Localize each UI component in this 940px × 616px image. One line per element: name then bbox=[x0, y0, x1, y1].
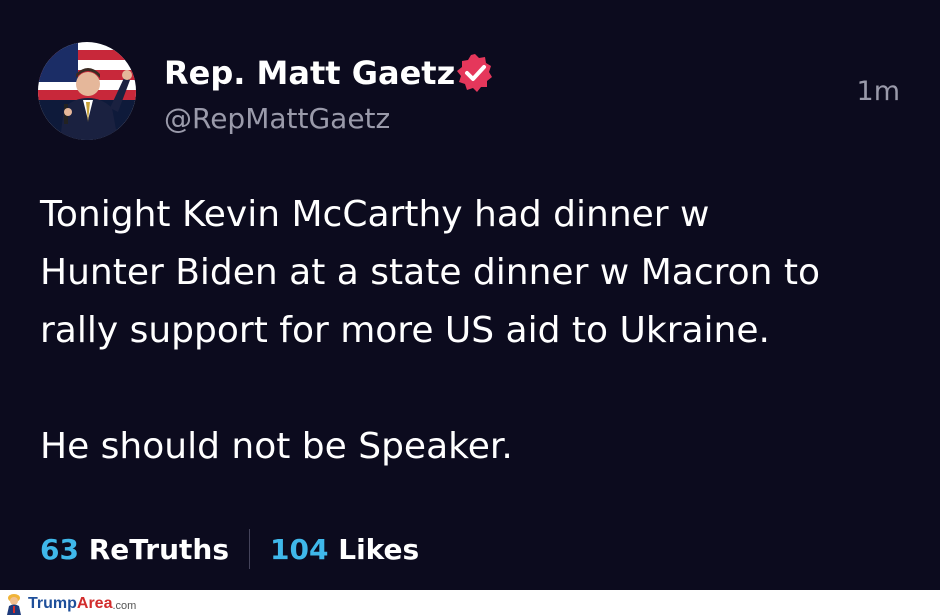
watermark-text-b: Area bbox=[76, 595, 113, 612]
user-handle[interactable]: @RepMattGaetz bbox=[164, 102, 390, 135]
avatar-image bbox=[38, 42, 136, 140]
watermark: Trump Area .com bbox=[4, 593, 136, 615]
post-stats: 63 ReTruths 104 Likes bbox=[40, 527, 419, 571]
post-body: Tonight Kevin McCarthy had dinner w Hunt… bbox=[40, 186, 920, 476]
retruths-label: ReTruths bbox=[88, 532, 230, 566]
avatar[interactable] bbox=[38, 42, 136, 140]
post-line: Tonight Kevin McCarthy had dinner w bbox=[40, 194, 710, 235]
likes-count: 104 bbox=[270, 532, 339, 566]
likes-stat[interactable]: 104 Likes bbox=[270, 533, 419, 566]
watermark-text-c: .com bbox=[112, 600, 137, 612]
verified-badge-icon bbox=[457, 54, 492, 92]
watermark-text-a: Trump bbox=[28, 595, 77, 612]
post-line: He should not be Speaker. bbox=[40, 426, 513, 467]
post-line: Hunter Biden at a state dinner w Macron … bbox=[40, 252, 821, 293]
stats-divider bbox=[249, 529, 251, 569]
display-name[interactable]: Rep. Matt Gaetz bbox=[164, 54, 455, 92]
post-line: rally support for more US aid to Ukraine… bbox=[40, 310, 770, 351]
retruths-count: 63 bbox=[40, 532, 89, 566]
trump-figure-icon bbox=[7, 594, 21, 615]
post-timestamp[interactable]: 1m bbox=[857, 76, 900, 107]
likes-label: Likes bbox=[338, 532, 420, 566]
watermark-bar: Trump Area .com bbox=[0, 590, 940, 616]
truth-post: Rep. Matt Gaetz @RepMattGaetz 1m Tonight… bbox=[0, 0, 940, 590]
retruths-stat[interactable]: 63 ReTruths bbox=[40, 533, 229, 566]
